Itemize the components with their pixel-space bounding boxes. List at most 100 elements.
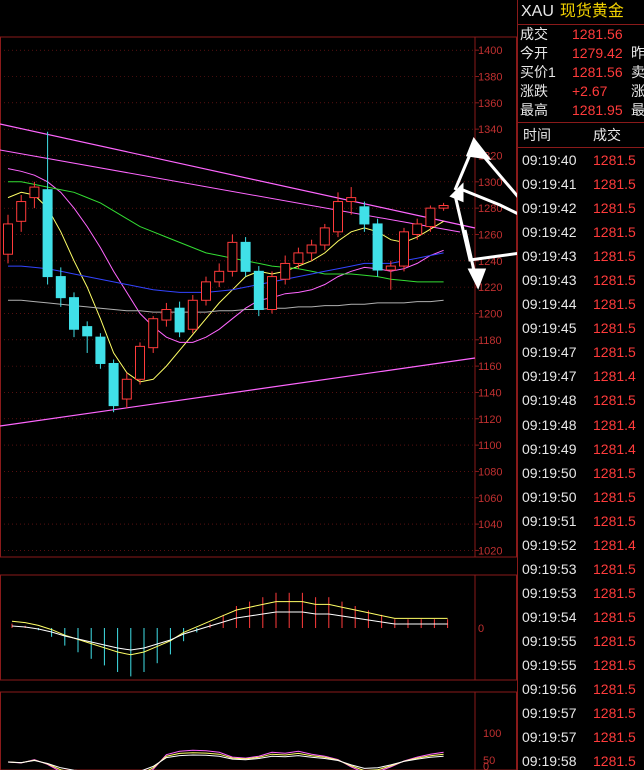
quote-right-label: 昨	[631, 45, 644, 61]
tick-row: 09:19:54 1281.5	[518, 605, 644, 629]
tick-price: 1281.5	[593, 272, 636, 289]
quote-label: 涨跌	[520, 83, 548, 99]
trend-line-lower	[0, 357, 476, 427]
tick-price: 1281.4	[593, 416, 636, 433]
tick-time: 09:19:54	[522, 608, 577, 625]
ticks-header-time: 时间	[523, 127, 551, 143]
candle-body	[16, 201, 27, 222]
quote-value: 1281.56	[572, 64, 623, 80]
tick-row: 09:19:40 1281.5	[518, 148, 644, 172]
tick-time: 09:19:52	[522, 536, 577, 553]
tick-price: 1281.5	[593, 656, 636, 673]
quote-value: 1281.56	[572, 26, 623, 42]
tick-time: 09:19:58	[522, 753, 577, 770]
tick-price: 1281.5	[593, 488, 636, 505]
tick-row: 09:19:50 1281.5	[518, 461, 644, 485]
tick-row: 09:19:43 1281.5	[518, 244, 644, 268]
candle-body	[214, 270, 225, 283]
candle-body	[3, 223, 13, 255]
tick-price: 1281.5	[593, 152, 636, 168]
candle-body	[372, 223, 383, 271]
trend-line-upper	[0, 123, 476, 229]
kdj-j-line	[7, 749, 444, 770]
candle-body	[253, 270, 264, 311]
macd-dif-line	[11, 601, 448, 656]
macd-indicator: 0	[11, 592, 484, 677]
price-tick-label: 1380	[478, 71, 502, 83]
tick-time: 09:19:48	[522, 416, 577, 433]
quote-row: 涨跌 +2.67 涨	[518, 82, 644, 101]
tick-price: 1281.5	[593, 560, 636, 577]
price-tick-label: 1060	[478, 493, 502, 505]
candle-body	[187, 299, 198, 330]
candle-body	[174, 307, 185, 333]
ticks-header-price: 成交	[593, 127, 621, 143]
candle-body	[399, 231, 409, 267]
tick-price: 1281.5	[593, 296, 636, 313]
quote-label: 今开	[520, 45, 548, 61]
quote-value: 1279.42	[572, 45, 623, 61]
quote-list: 成交 1281.56 今开 1279.42 昨买价1 1281.56 卖涨跌 +2.67 涨最高…	[518, 25, 644, 120]
tick-time: 09:19:43	[522, 248, 577, 265]
quote-right-label: 涨	[631, 83, 644, 99]
tick-row: 09:19:47 1281.4	[518, 364, 644, 388]
tick-row: 09:19:57 1281.5	[518, 701, 644, 725]
price-tick-label: 1120	[478, 414, 502, 426]
tick-time: 09:19:43	[522, 272, 577, 289]
tick-time: 09:19:50	[522, 464, 577, 481]
tick-row: 09:19:45 1281.5	[518, 316, 644, 340]
tick-price: 1281.5	[593, 392, 636, 409]
tick-row: 09:19:53 1281.5	[518, 581, 644, 605]
price-tick-label: 1260	[478, 229, 502, 241]
tick-row: 09:19:55 1281.5	[518, 653, 644, 677]
tick-row: 09:19:49 1281.4	[518, 437, 644, 461]
tick-row: 09:19:52 1281.4	[518, 533, 644, 557]
candle-body	[333, 201, 343, 233]
tick-price: 1281.4	[593, 440, 636, 457]
tick-time: 09:19:47	[522, 344, 577, 361]
price-tick-label: 1220	[478, 282, 502, 294]
tick-time: 09:19:51	[522, 512, 577, 529]
candle-body	[306, 244, 317, 254]
candle-body	[227, 241, 238, 272]
candle-body	[201, 281, 211, 301]
tick-list[interactable]: 09:19:40 1281.5 09:19:41 1281.5 09:19:42 1281…	[518, 148, 644, 770]
tick-price: 1281.5	[593, 320, 636, 337]
price-tick-label: 1040	[478, 519, 502, 531]
candle-body	[135, 345, 145, 380]
quote-label: 买价1	[520, 64, 556, 80]
candle-body	[161, 309, 172, 321]
tick-price: 1281.5	[593, 705, 636, 722]
tick-row: 09:19:43 1281.5	[518, 268, 644, 292]
candle-body	[95, 336, 106, 364]
tick-price: 1281.5	[593, 753, 636, 770]
tick-price: 1281.5	[593, 512, 636, 529]
candle-body	[385, 265, 396, 271]
tick-price: 1281.5	[593, 344, 636, 361]
tick-time: 09:19:57	[522, 729, 577, 746]
macd-panel-border	[0, 574, 517, 681]
quote-label: 成交	[520, 26, 548, 42]
quote-row: 最高 1281.95 最	[518, 101, 644, 120]
tick-row: 09:19:42 1281.5	[518, 220, 644, 244]
candle-body	[267, 276, 277, 311]
tick-price: 1281.5	[593, 248, 636, 265]
kdj-tick-label: 0	[483, 761, 489, 770]
candle-body	[29, 186, 40, 199]
price-tick-label: 1200	[478, 308, 502, 320]
tick-row: 09:19:53 1281.5	[518, 557, 644, 581]
trend-lines	[0, 123, 476, 427]
tick-row: 09:19:57 1281.5	[518, 725, 644, 749]
symbol-header: XAU 现货黄金	[518, 0, 644, 25]
tick-row: 09:19:50 1281.5	[518, 485, 644, 509]
moving-average-line	[7, 191, 444, 383]
quote-row: 今开 1279.42 昨	[518, 44, 644, 63]
chart-area: 1400138013601340132013001280126012401220…	[0, 36, 517, 770]
tick-row: 09:19:44 1281.5	[518, 292, 644, 316]
tick-row: 09:19:41 1281.5	[518, 172, 644, 196]
tick-price: 1281.5	[593, 176, 636, 193]
price-tick-label: 1140	[478, 387, 502, 399]
candle-body	[346, 197, 357, 203]
price-axis: 1400138013601340132013001280126012401220…	[475, 45, 502, 557]
tick-time: 09:19:42	[522, 200, 577, 217]
